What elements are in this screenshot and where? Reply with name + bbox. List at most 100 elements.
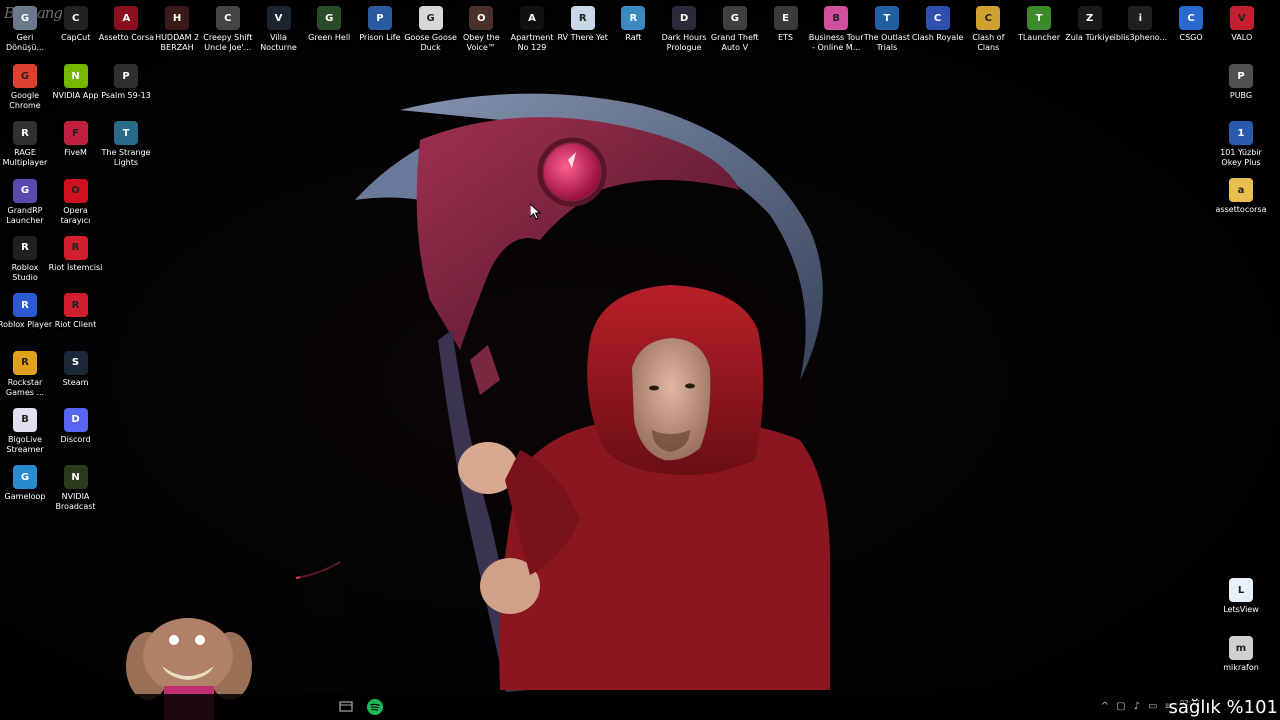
- desktop-icon-tlauncher[interactable]: T TLauncher: [1014, 6, 1064, 43]
- desktop-icon-obey-the-voice[interactable]: O Obey the Voice™: [456, 6, 506, 53]
- desktop-icon-goose-goose-duck[interactable]: G Goose Goose Duck: [404, 6, 457, 53]
- desktop-icon-apartment-129[interactable]: A Apartment No 129: [507, 6, 557, 53]
- desktop-icon-dark-hours[interactable]: D Dark Hours Prologue: [659, 6, 709, 53]
- desktop-icon-label: HUDDAM 2 BERZAH: [155, 33, 200, 52]
- desktop-icon-roblox-studio[interactable]: R Roblox Studio: [0, 235, 50, 283]
- desktop-icon-fivem[interactable]: F FiveM: [51, 121, 101, 158]
- desktop-icon-label: VALO: [1231, 33, 1253, 42]
- desktop-icon-grandrp[interactable]: G GrandRP Launcher: [0, 178, 50, 226]
- desktop-icon-label: PUBG: [1229, 91, 1253, 100]
- desktop-icon-opera[interactable]: O Opera tarayıcı: [51, 178, 101, 226]
- desktop-icon-nvidia[interactable]: N NVIDIA App: [51, 64, 101, 101]
- desktop-icon-villa-nocturne[interactable]: V Villa Nocturne: [254, 6, 304, 53]
- desktop-icon-okey-plus[interactable]: 1 101 Yüzbir Okey Plus: [1216, 121, 1266, 168]
- desktop-icon-riot-client[interactable]: R Riot İstemcisi: [48, 235, 103, 273]
- desktop-icon-label: Clash of Clans: [972, 33, 1005, 52]
- desktop-icon-zula[interactable]: Z Zula Türkiye: [1065, 6, 1115, 43]
- desktop-icon-roblox-player[interactable]: R Roblox Player: [0, 293, 52, 330]
- desktop-icon-label: FiveM: [64, 148, 87, 158]
- window-app-icon[interactable]: [337, 698, 355, 716]
- desktop-icon-label: iblis3pheno...: [1113, 33, 1168, 42]
- device-icon[interactable]: ▢: [1116, 702, 1126, 712]
- desktop-icon-gta-v[interactable]: G Grand Theft Auto V: [710, 6, 760, 53]
- raft-icon: R: [621, 6, 646, 30]
- display-icon[interactable]: ▭: [1148, 702, 1158, 712]
- desktop-icon-label: NVIDIA Broadcast: [55, 492, 96, 512]
- desktop-icon-discord[interactable]: D Discord: [51, 407, 101, 445]
- desktop-icon-gameloop[interactable]: G Gameloop: [0, 465, 50, 502]
- desktop-icon-label: TLauncher: [1017, 33, 1061, 42]
- desktop-icon-huddam[interactable]: H HUDDAM 2 BERZAH: [152, 6, 202, 53]
- dark-hours-icon: D: [672, 6, 697, 30]
- desktop-icon-business-tour[interactable]: B Business Tour - Online M...: [809, 6, 863, 53]
- apartment-129-icon: A: [520, 6, 544, 30]
- desktop-icon-label: Goose Goose Duck: [404, 33, 457, 52]
- desktop-icon-clash-royale[interactable]: C Clash Royale: [912, 6, 963, 43]
- valorant-icon: V: [1229, 6, 1254, 30]
- desktop-icon-pubg[interactable]: P PUBG: [1216, 64, 1266, 101]
- roblox-studio-icon: R: [13, 235, 37, 260]
- desktop-icon-chrome[interactable]: G Google Chrome: [0, 64, 50, 111]
- desktop-icon-label: mikrafon: [1223, 663, 1259, 672]
- desktop-icon-psalm[interactable]: P Psalm 59-13: [101, 64, 151, 101]
- spotify-icon[interactable]: [366, 698, 384, 716]
- clash-royale-icon: C: [925, 6, 950, 30]
- desktop-icon-raft[interactable]: R Raft: [608, 6, 658, 43]
- mouse-cursor-icon: [530, 204, 542, 220]
- folder-icon: a: [1229, 178, 1253, 202]
- desktop-icon-green-hell[interactable]: G Green Hell: [304, 6, 354, 43]
- desktop-icon-label: LetsView: [1223, 605, 1259, 614]
- desktop-icon-steam[interactable]: S Steam: [51, 350, 101, 388]
- desktop-icon-label: ETS: [777, 33, 794, 42]
- desktop-icon-rv-there-yet[interactable]: R RV There Yet: [557, 6, 608, 43]
- desktop-icon-capcut[interactable]: C CapCut: [51, 6, 101, 43]
- desktop-icon-label: 101 Yüzbir Okey Plus: [1220, 148, 1262, 167]
- desktop-icon-label: RV There Yet: [557, 33, 608, 42]
- desktop-icon-ets[interactable]: E ETS: [761, 6, 811, 43]
- desktop-icon-label: Riot Client: [54, 320, 97, 330]
- desktop-icon-csgo[interactable]: C CSGO: [1166, 6, 1216, 43]
- desktop-icon-rockstar[interactable]: R Rockstar Games ...: [0, 350, 50, 398]
- zula-icon: Z: [1077, 6, 1102, 30]
- desktop-icon-label: RAGE Multiplayer: [2, 148, 48, 168]
- desktop-icon-prison-life[interactable]: P Prison Life: [355, 6, 405, 43]
- fivem-icon: F: [63, 121, 88, 146]
- desktop-icon-iblis[interactable]: i iblis3pheno...: [1113, 6, 1168, 43]
- desktop-icon-label: CapCut: [61, 33, 91, 42]
- chrome-icon: G: [13, 64, 37, 88]
- desktop-icon-riot-client-2[interactable]: R Riot Client: [51, 293, 101, 330]
- desktop-icon-folder[interactable]: a assettocorsa: [1216, 178, 1266, 215]
- taskbar: ^ ▢ ♪ ▭ ≡ 02:17 ...: [0, 694, 1280, 720]
- microphone-file-icon: m: [1229, 636, 1253, 660]
- desktop-icon-label: Riot İstemcisi: [48, 262, 103, 272]
- desktop-icon-strange-lights[interactable]: T The Strange Lights: [101, 121, 151, 168]
- assetto-corsa-icon: A: [114, 6, 139, 30]
- nvidia-icon: N: [63, 64, 88, 88]
- steam-icon: S: [63, 350, 88, 375]
- desktop-icon-label: Google Chrome: [9, 91, 41, 110]
- desktop-icon-label: Roblox Studio: [11, 262, 39, 282]
- desktop-icon-nvidia-broadcast[interactable]: N NVIDIA Broadcast: [51, 465, 101, 512]
- desktop-icon-label: Creepy Shift Uncle Joe'...: [203, 33, 253, 52]
- opera-icon: O: [63, 178, 88, 203]
- pubg-icon: P: [1229, 64, 1253, 88]
- desktop-icon-bigolive[interactable]: B BigoLive Streamer: [0, 407, 50, 455]
- chevron-up-icon[interactable]: ^: [1100, 702, 1110, 712]
- desktop-icon-recycle-bin[interactable]: G Geri Dönüşü...: [0, 6, 50, 53]
- desktop-icon-valorant[interactable]: V VALO: [1217, 6, 1267, 43]
- desktop-icon-label: Geri Dönüşü...: [5, 33, 45, 52]
- microphone-icon[interactable]: ♪: [1132, 702, 1142, 712]
- bigolive-icon: B: [13, 407, 37, 432]
- outlast-trials-icon: T: [874, 6, 899, 30]
- desktop-icon-microphone-file[interactable]: m mikrafon: [1216, 636, 1266, 673]
- desktop-icon-rage-mp[interactable]: R RAGE Multiplayer: [0, 121, 50, 168]
- desktop-icon-letsview[interactable]: L LetsView: [1216, 578, 1266, 615]
- riot-client-icon: R: [63, 235, 88, 260]
- desktop-icon-assetto-corsa[interactable]: A Assetto Corsa: [99, 6, 154, 43]
- desktop-icon-creepy-shift[interactable]: C Creepy Shift Uncle Joe'...: [203, 6, 253, 53]
- desktop-icon-clash-of-clans[interactable]: C Clash of Clans: [963, 6, 1013, 53]
- capcut-icon: C: [63, 6, 88, 30]
- csgo-icon: C: [1179, 6, 1204, 30]
- goose-goose-duck-icon: G: [418, 6, 443, 30]
- desktop-icon-outlast-trials[interactable]: T The Outlast Trials: [862, 6, 912, 53]
